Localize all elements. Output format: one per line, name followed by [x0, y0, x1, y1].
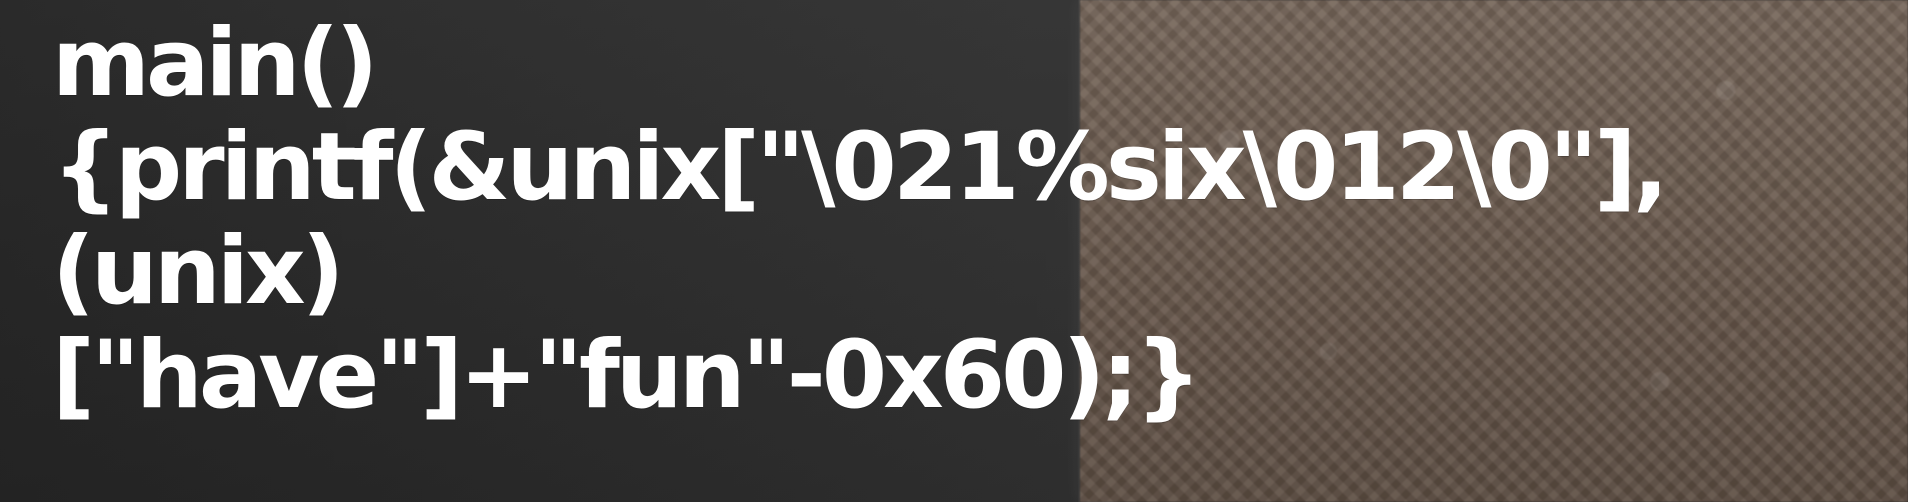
- headline-line-1: main(): [52, 9, 378, 118]
- headline-line-2: {printf(&unix["\021%six\012\0"],: [52, 113, 1669, 222]
- headline-line-3: (unix): [52, 217, 345, 326]
- hero-banner: main() {printf(&unix["\021%six\012\0"], …: [0, 0, 1908, 502]
- headline: main() {printf(&unix["\021%six\012\0"], …: [52, 9, 1669, 430]
- headline-line-4: ["have"]+"fun"-0x60);}: [52, 321, 1202, 430]
